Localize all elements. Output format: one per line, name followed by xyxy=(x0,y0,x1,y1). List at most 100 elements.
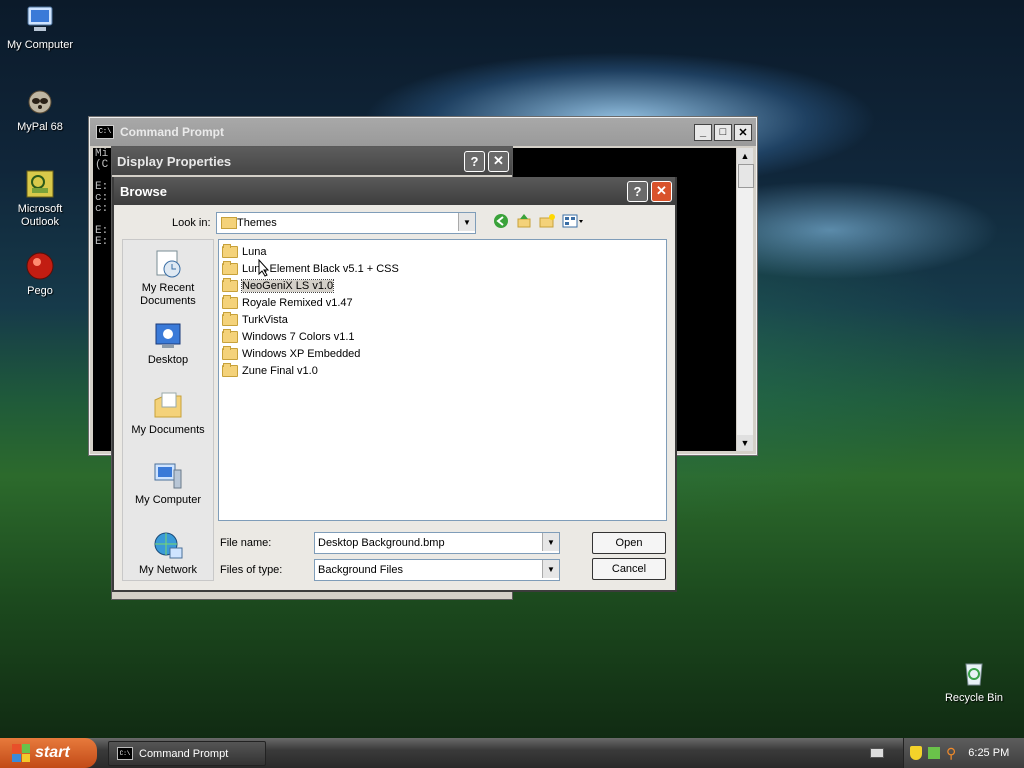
display-properties-titlebar[interactable]: Display Properties ? ✕ xyxy=(112,147,512,175)
file-name: Windows 7 Colors v1.1 xyxy=(242,330,355,343)
place-label: My Recent Documents xyxy=(140,282,196,307)
folder-icon xyxy=(222,294,238,309)
scroll-down-arrow-icon[interactable]: ▼ xyxy=(737,435,753,451)
desktop-icon-pego[interactable]: Pego xyxy=(0,250,80,298)
files-of-type-label: Files of type: xyxy=(220,564,283,576)
place-my-recent-documents[interactable]: My Recent Documents xyxy=(123,248,213,308)
chevron-down-icon[interactable]: ▼ xyxy=(542,533,559,551)
files-of-type-row: Files of type: Background Files ▼ xyxy=(220,559,560,581)
folder-icon xyxy=(222,311,238,326)
place-label: My Network xyxy=(138,564,198,576)
file-name-label: File name: xyxy=(220,537,272,549)
place-label: Desktop xyxy=(147,354,189,366)
keyboard-icon[interactable] xyxy=(870,748,884,758)
list-item-selected[interactable]: NeoGeniX LS v1.0 xyxy=(219,277,666,294)
file-name-field[interactable]: Desktop Background.bmp ▼ xyxy=(314,532,560,554)
look-in-label: Look in: xyxy=(172,217,211,229)
network-tray-icon[interactable] xyxy=(928,747,940,759)
mouse-cursor-icon xyxy=(258,259,270,277)
place-desktop[interactable]: Desktop xyxy=(123,320,213,366)
file-name: Windows XP Embedded xyxy=(242,347,361,360)
chevron-down-icon[interactable]: ▼ xyxy=(542,560,559,578)
cmd-icon: C:\ xyxy=(117,747,133,760)
open-button[interactable]: Open xyxy=(592,532,666,554)
dialog-toolbar xyxy=(492,212,585,230)
list-item[interactable]: Windows 7 Colors v1.1 xyxy=(219,328,666,345)
folder-icon xyxy=(222,328,238,343)
command-prompt-titlebar[interactable]: C:\ Command Prompt _ □ ✕ xyxy=(90,118,756,146)
help-button[interactable]: ? xyxy=(627,180,648,202)
file-name: Royale Remixed v1.47 xyxy=(242,296,353,309)
list-item[interactable]: Windows XP Embedded xyxy=(219,345,666,362)
file-name: NeoGeniX LS v1.0 xyxy=(240,278,335,293)
browse-dialog[interactable]: Browse ? ✕ Look in: Themes ▼ My Recent D… xyxy=(112,177,677,592)
chevron-down-icon[interactable]: ▼ xyxy=(458,213,475,231)
file-name: Zune Final v1.0 xyxy=(242,364,318,377)
computer-icon xyxy=(152,460,184,492)
files-of-type-value: Background Files xyxy=(318,564,403,576)
search-icon[interactable]: ⚲ xyxy=(946,745,956,762)
folder-icon xyxy=(222,243,238,258)
pego-icon xyxy=(24,250,56,282)
desktop-icon-label: Recycle Bin xyxy=(944,692,1004,704)
desktop-icon-label: MyPal 68 xyxy=(17,121,63,133)
list-item[interactable]: Zune Final v1.0 xyxy=(219,362,666,379)
recycle-bin-icon xyxy=(958,657,990,689)
minimize-button[interactable]: _ xyxy=(694,123,712,141)
up-folder-icon[interactable] xyxy=(515,212,533,230)
close-button[interactable]: ✕ xyxy=(734,123,752,141)
windows-logo-icon xyxy=(12,744,30,762)
scroll-up-arrow-icon[interactable]: ▲ xyxy=(737,148,753,164)
desktop-icon-my-computer[interactable]: My Computer xyxy=(0,4,80,52)
file-list[interactable]: Luna Luna Element Black v5.1 + CSS NeoGe… xyxy=(218,239,667,521)
folder-icon xyxy=(221,217,237,229)
views-menu-icon[interactable] xyxy=(561,212,585,230)
close-button[interactable]: ✕ xyxy=(488,150,509,172)
desktop-icon-label: My Computer xyxy=(6,39,74,51)
desktop-icon-recycle-bin[interactable]: Recycle Bin xyxy=(934,657,1014,705)
folder-icon xyxy=(222,345,238,360)
scroll-thumb[interactable] xyxy=(738,164,754,188)
look-in-value: Themes xyxy=(237,217,277,229)
start-label: start xyxy=(35,744,70,761)
taskbar-item-label: Command Prompt xyxy=(139,747,229,760)
folder-icon xyxy=(222,277,238,292)
place-my-computer[interactable]: My Computer xyxy=(123,460,213,506)
my-documents-icon xyxy=(152,390,184,422)
file-name: TurkVista xyxy=(242,313,288,326)
look-in-row: Look in: Themes ▼ xyxy=(172,212,476,234)
start-button[interactable]: start xyxy=(0,738,97,768)
place-my-network[interactable]: My Network xyxy=(123,530,213,576)
maximize-button[interactable]: □ xyxy=(714,123,732,141)
list-item[interactable]: TurkVista xyxy=(219,311,666,328)
desktop-icon-mypal[interactable]: MyPal 68 xyxy=(0,86,80,134)
list-item[interactable]: Luna Element Black v5.1 + CSS xyxy=(219,260,666,277)
window-title: Command Prompt xyxy=(120,125,225,139)
clock[interactable]: 6:25 PM xyxy=(968,747,1009,759)
place-label: My Documents xyxy=(131,424,205,436)
look-in-dropdown[interactable]: Themes ▼ xyxy=(216,212,476,234)
security-shield-icon[interactable] xyxy=(910,746,922,760)
dialog-title: Browse xyxy=(120,183,167,199)
list-item[interactable]: Luna xyxy=(219,243,666,260)
back-icon[interactable] xyxy=(492,212,510,230)
place-my-documents[interactable]: My Documents xyxy=(123,390,213,436)
help-button[interactable]: ? xyxy=(464,150,485,172)
browse-titlebar[interactable]: Browse ? ✕ xyxy=(114,177,675,205)
system-tray: ⚲ 6:25 PM xyxy=(903,738,1024,768)
folder-icon xyxy=(222,260,238,275)
files-of-type-select[interactable]: Background Files ▼ xyxy=(314,559,560,581)
close-button[interactable]: ✕ xyxy=(651,180,672,202)
list-item[interactable]: Royale Remixed v1.47 xyxy=(219,294,666,311)
new-folder-icon[interactable] xyxy=(538,212,556,230)
file-name-value: Desktop Background.bmp xyxy=(318,537,445,549)
taskbar-item-command-prompt[interactable]: C:\ Command Prompt xyxy=(108,741,266,766)
desktop-icon-outlook[interactable]: Microsoft Outlook xyxy=(0,168,80,229)
file-name: Luna xyxy=(242,245,267,258)
desktop-icon xyxy=(152,320,184,352)
desktop-icon-label: Pego xyxy=(27,285,53,297)
places-bar: My Recent Documents Desktop My Documents… xyxy=(122,239,214,581)
vertical-scrollbar[interactable]: ▲ ▼ xyxy=(737,148,754,451)
cancel-button[interactable]: Cancel xyxy=(592,558,666,580)
recent-documents-icon xyxy=(152,248,184,280)
